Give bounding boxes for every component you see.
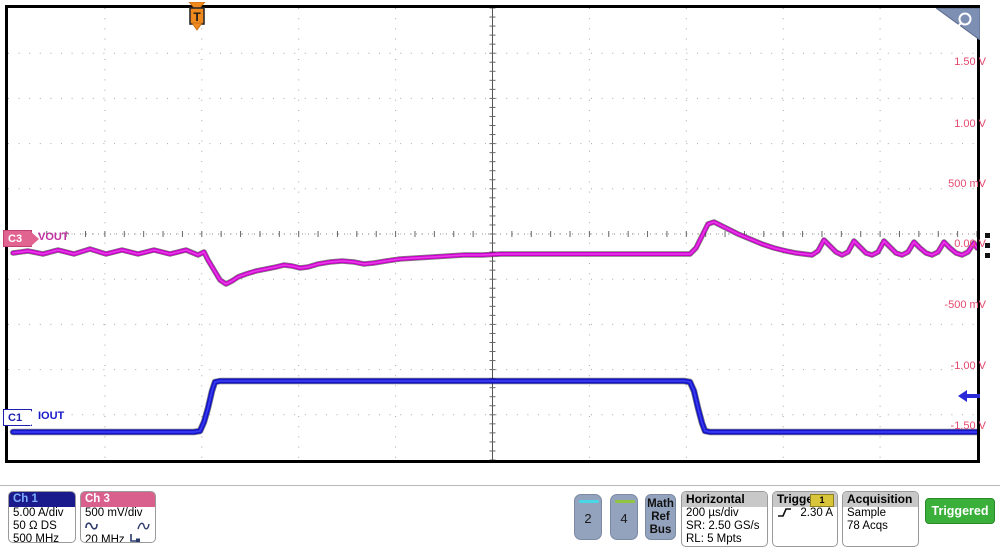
trigger-position-marker[interactable]: T xyxy=(186,1,208,32)
handle-dot xyxy=(985,243,990,248)
channel-3-bandwidth: 20 MHz xyxy=(85,534,125,543)
trigger-panel[interactable]: Trigger 1 2.30 A xyxy=(772,491,838,547)
horizontal-scale: 200 µs/div xyxy=(686,507,739,519)
channel-2-label: 2 xyxy=(584,511,592,526)
channel-1-coupling: 50 Ω DS xyxy=(13,520,57,532)
horizontal-sample-rate: SR: 2.50 GS/s xyxy=(686,520,760,532)
v-axis-label-2: 500 mV xyxy=(948,178,986,190)
channel-flag-id: C3 xyxy=(8,232,23,245)
horizontal-record-length: RL: 5 Mpts xyxy=(686,533,742,545)
acquisition-count: 78 Acqs xyxy=(847,520,888,532)
graticule-area[interactable] xyxy=(5,5,980,463)
zoom-corner-icon[interactable] xyxy=(934,7,981,41)
waveform-plot[interactable] xyxy=(8,8,977,460)
v-axis-label-0: 1.50 V xyxy=(954,56,986,68)
channel-flag-c3[interactable]: C3 xyxy=(3,230,40,247)
channel-flag-id: C1 xyxy=(8,411,23,424)
trigger-spacer xyxy=(773,533,837,546)
bus-label: Bus xyxy=(649,524,672,536)
handle-dot xyxy=(985,253,990,258)
acquisition-panel[interactable]: Acquisition Sample 78 Acqs xyxy=(842,491,919,547)
channel-2-color-strip xyxy=(579,500,599,503)
handle-dot xyxy=(985,233,990,238)
bottom-status-bar: Ch 1 5.00 A/div 50 Ω DS 500 MHz Ch 3 500… xyxy=(0,485,1000,548)
v-axis-label-6: -1.50 V xyxy=(950,420,986,432)
channel-4-color-strip xyxy=(615,500,635,503)
math-ref-bus-button[interactable]: Math Ref Bus xyxy=(645,494,676,540)
channel-3-bandwidth-row: 20 MHz xyxy=(81,533,155,543)
v-axis-label-1: 1.00 V xyxy=(954,118,986,130)
ac-coupling-icon xyxy=(85,522,98,530)
v-axis-label-5: -1.00 V xyxy=(950,360,986,372)
channel-3-scale: 500 mV/div xyxy=(85,507,143,519)
oscilloscope-screen: 1.50 V 1.00 V 500 mV 0.00 V -500 mV -1.00 V -1… xyxy=(0,0,1000,548)
trigger-level-row: 2.30 A xyxy=(773,507,837,520)
math-label: Math xyxy=(647,498,674,510)
channel-name-vout: VOUT xyxy=(38,231,69,243)
iout-trace-core xyxy=(12,380,977,433)
channel-4-button[interactable]: 4 xyxy=(610,494,638,540)
channel-1-scale: 5.00 A/div xyxy=(13,507,64,519)
channel-3-title: Ch 3 xyxy=(81,492,155,507)
channel-1-bandwidth: 500 MHz xyxy=(13,533,60,543)
channel-4-label: 4 xyxy=(620,511,628,526)
v-axis-label-3: 0.00 V xyxy=(954,238,986,250)
horizontal-panel[interactable]: Horizontal 200 µs/div SR: 2.50 GS/s RL: … xyxy=(681,491,768,547)
channel-flag-c1[interactable]: C1 xyxy=(3,409,40,426)
acquisition-spacer xyxy=(843,533,918,546)
iout-trace-shadow xyxy=(9,377,977,436)
trigger-title: Trigger 1 xyxy=(773,492,837,507)
v-axis-label-4: -500 mV xyxy=(944,299,986,311)
acquisition-mode: Sample xyxy=(847,507,886,519)
channel-2-button[interactable]: 2 xyxy=(574,494,602,540)
trigger-level: 2.30 A xyxy=(800,507,833,519)
channel-name-iout: IOUT xyxy=(38,410,65,422)
sine-wave-icon xyxy=(137,522,150,530)
trigger-state-indicator[interactable]: Triggered xyxy=(925,498,995,524)
sidebar-drag-handle[interactable] xyxy=(985,233,993,259)
probe-icon xyxy=(130,534,140,542)
ch1-offset-marker[interactable] xyxy=(958,389,980,403)
iout-trace xyxy=(10,378,977,435)
ref-label: Ref xyxy=(651,511,670,523)
horizontal-title: Horizontal xyxy=(682,492,767,507)
trigger-source-badge[interactable]: 1 xyxy=(810,494,834,507)
rising-edge-icon xyxy=(778,508,791,517)
channel-3-badge[interactable]: Ch 3 500 mV/div 20 MHz xyxy=(80,491,156,543)
channel-3-coupling-row xyxy=(81,520,155,533)
svg-text:T: T xyxy=(193,10,201,24)
trigger-spacer xyxy=(773,520,837,533)
acquisition-title: Acquisition xyxy=(843,492,918,507)
channel-1-title: Ch 1 xyxy=(9,492,75,507)
channel-1-badge[interactable]: Ch 1 5.00 A/div 50 Ω DS 500 MHz xyxy=(8,491,76,543)
